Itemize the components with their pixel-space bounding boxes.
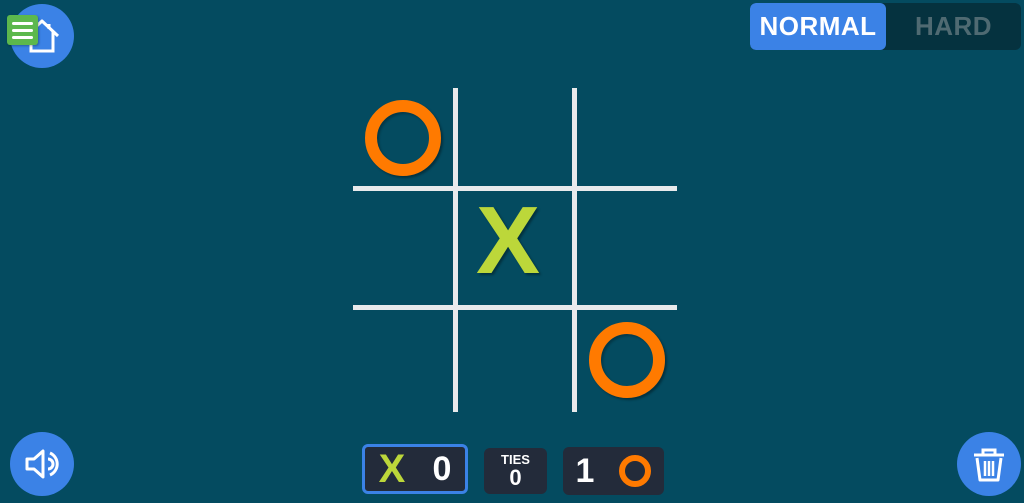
game-board: X xyxy=(353,88,677,412)
menu-icon-bar xyxy=(12,21,33,25)
board-cell[interactable] xyxy=(458,88,558,188)
o-mark xyxy=(365,100,441,176)
speaker-icon xyxy=(25,449,59,479)
ties-label: TIES xyxy=(501,451,530,467)
score-x-panel: X 0 xyxy=(362,444,468,494)
menu-icon-bar xyxy=(12,35,33,39)
board-cell[interactable] xyxy=(353,88,453,188)
board-cell[interactable] xyxy=(577,310,677,410)
difficulty-normal-option[interactable]: NORMAL xyxy=(750,3,886,50)
difficulty-hard-option[interactable]: HARD xyxy=(886,3,1021,50)
score-ties-panel: TIES 0 xyxy=(484,448,547,494)
board-cell[interactable] xyxy=(577,191,677,291)
x-icon: X xyxy=(378,446,406,491)
ties-value: 0 xyxy=(509,464,522,490)
x-mark: X xyxy=(475,187,541,294)
sound-button[interactable] xyxy=(10,432,74,496)
score-x-value: 0 xyxy=(432,449,452,488)
score-o-value: 1 xyxy=(575,451,595,490)
difficulty-toggle: NORMAL HARD xyxy=(750,3,1021,50)
score-o-panel: 1 xyxy=(563,447,664,495)
reset-button[interactable] xyxy=(957,432,1021,496)
board-cell[interactable] xyxy=(577,88,677,188)
o-icon xyxy=(619,455,652,487)
menu-icon-bar xyxy=(12,28,33,32)
menu-button[interactable] xyxy=(7,15,38,45)
board-cell[interactable]: X xyxy=(458,191,558,291)
board-cell[interactable] xyxy=(353,191,453,291)
trash-icon xyxy=(974,448,1004,482)
board-cell[interactable] xyxy=(353,310,453,410)
o-mark xyxy=(589,322,665,398)
board-cell[interactable] xyxy=(458,310,558,410)
